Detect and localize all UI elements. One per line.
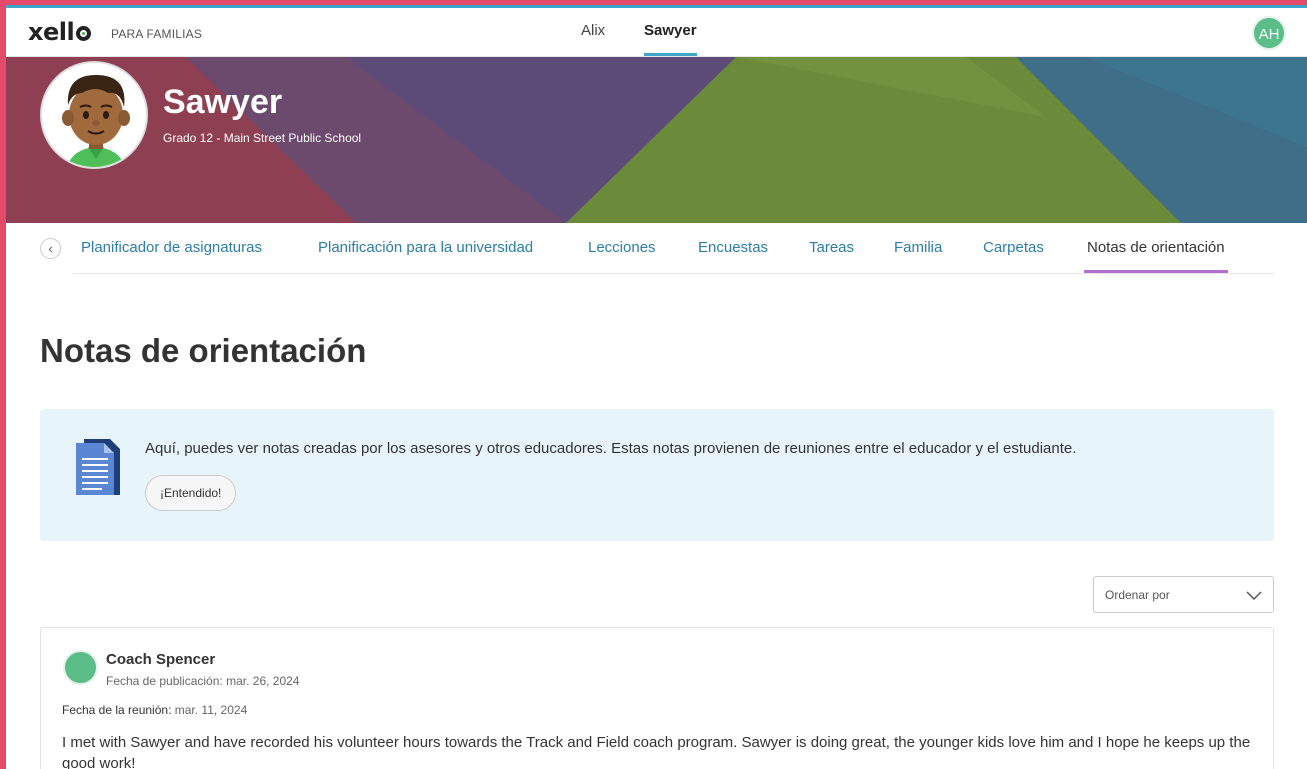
logo-o-icon [76,25,92,41]
note-author: Coach Spencer [106,651,216,668]
logo-subtitle: PARA FAMILIAS [111,27,203,41]
student-grade: Grado 12 - Main Street Public School [163,131,362,145]
page-title: Notas de orientación [40,332,367,369]
user-avatar[interactable]: AH [1252,16,1286,50]
student-tab-alix[interactable]: Alix [581,22,605,56]
tab-folders[interactable]: Carpetas [983,239,1044,273]
got-it-button[interactable]: ¡Entendido! [145,475,237,511]
meeting-label: Fecha de la reunión: [62,703,172,717]
published-date: mar. 26, 2024 [226,674,300,688]
sort-dropdown[interactable]: Ordenar por [1093,576,1274,613]
info-banner: Aquí, puedes ver notas creadas por los a… [40,409,1274,541]
tab-college-planning[interactable]: Planificación para la universidad [318,239,533,273]
note-body: I met with Sawyer and have recorded his … [62,734,1251,769]
tab-family[interactable]: Familia [894,239,942,273]
xello-logo[interactable]: xell [28,18,92,46]
document-icon [76,439,120,495]
section-nav: ‹ Planificador de asignaturas Planificac… [6,223,1307,274]
guidance-note-card: Coach Spencer Fecha de publicación: mar.… [40,627,1274,769]
tab-lessons[interactable]: Lecciones [588,239,656,273]
sort-placeholder: Ordenar por [1105,588,1170,602]
student-avatar [40,61,148,169]
app-window: xell PARA FAMILIAS Alix Sawyer AH Sawyer… [6,5,1307,769]
author-avatar [63,650,98,685]
student-face-icon [42,63,146,167]
student-tab-sawyer[interactable]: Sawyer [644,22,697,56]
student-name: Sawyer [163,83,283,121]
tab-surveys[interactable]: Encuestas [698,239,768,273]
tab-course-planner[interactable]: Planificador de asignaturas [81,239,262,273]
profile-banner: Sawyer Grado 12 - Main Street Public Sch… [6,57,1307,223]
note-published-date: Fecha de publicación: mar. 26, 2024 [106,674,299,688]
meeting-date: mar. 11, 2024 [174,703,248,717]
info-text: Aquí, puedes ver notas creadas por los a… [145,440,1077,457]
chevron-down-icon [1246,591,1262,601]
top-bar: xell PARA FAMILIAS Alix Sawyer AH [6,8,1307,57]
note-meeting-date: Fecha de la reunión: mar. 11, 2024 [62,703,247,717]
tab-guidance-notes[interactable]: Notas de orientación [1084,239,1228,273]
published-label: Fecha de publicación: [106,674,223,688]
nav-divider [73,273,1274,274]
chevron-left-icon[interactable]: ‹ [40,238,61,259]
tab-assignments[interactable]: Tareas [809,239,854,273]
